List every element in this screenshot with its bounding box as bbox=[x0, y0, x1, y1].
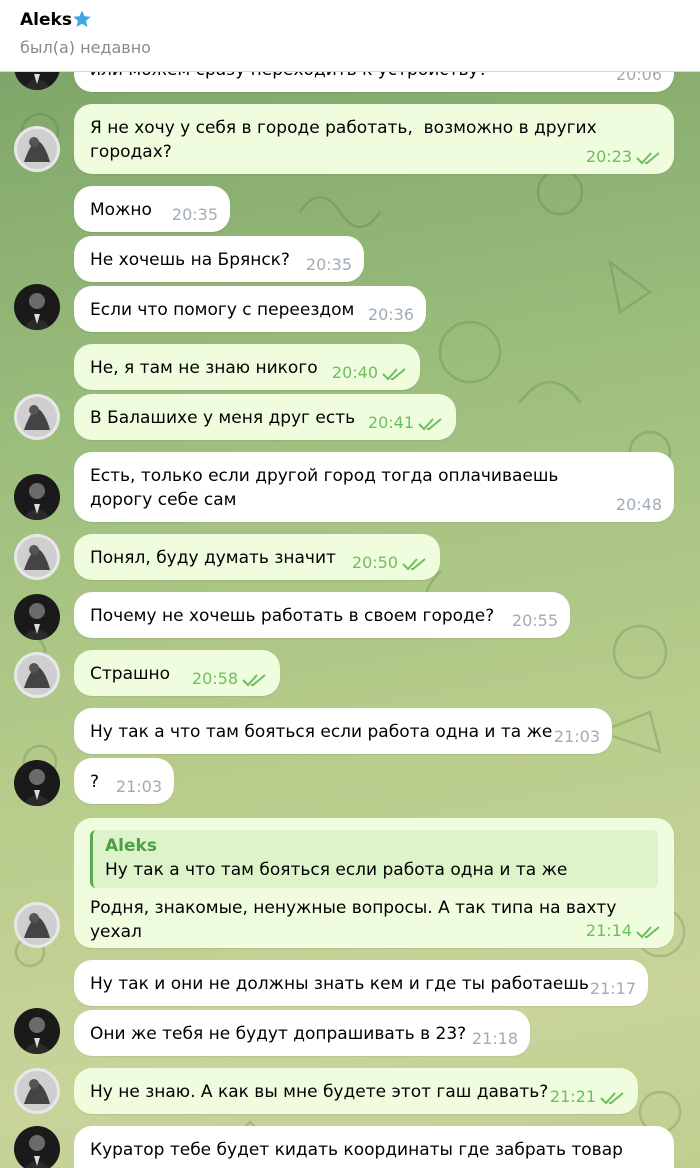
avatar[interactable] bbox=[14, 760, 60, 806]
avatar[interactable] bbox=[14, 1068, 60, 1114]
message-time: 20:55 bbox=[511, 611, 558, 630]
message-text: Я не хочу у себя в городе работать, возм… bbox=[90, 118, 603, 162]
message-text: или можем сразу переходить к устройству? bbox=[90, 72, 658, 82]
message-list[interactable]: или можем сразу переходить к устройству?… bbox=[0, 72, 700, 1168]
message-time: 21:03 bbox=[115, 777, 162, 796]
avatar[interactable] bbox=[14, 1008, 60, 1054]
chat-header: Aleks был(а) недавно bbox=[0, 0, 700, 72]
message-bubble[interactable]: Они же тебя не будут допрашивать в 23? 2… bbox=[74, 1010, 530, 1056]
avatar[interactable] bbox=[14, 126, 60, 172]
message-time: 21:14 bbox=[586, 919, 662, 943]
avatar[interactable] bbox=[14, 652, 60, 698]
read-checks-icon bbox=[600, 1091, 624, 1104]
reply-author: Aleks bbox=[105, 836, 157, 856]
message-bubble[interactable]: В Балашихе у меня друг есть 20:41 bbox=[74, 394, 456, 440]
avatar[interactable] bbox=[14, 284, 60, 330]
message-time: 20:35 bbox=[305, 255, 352, 274]
message-text: Ну так а что там бояться если работа одн… bbox=[90, 722, 553, 742]
message-bubble[interactable]: Aleks Ну так а что там бояться если рабо… bbox=[74, 818, 674, 948]
message-bubble[interactable]: Куратор тебе будет кидать координаты где… bbox=[74, 1126, 674, 1168]
message-bubble[interactable]: Страшно 20:58 bbox=[74, 650, 280, 696]
star-icon bbox=[73, 10, 91, 27]
message-bubble[interactable]: Почему не хочешь работать в своем городе… bbox=[74, 592, 570, 638]
read-checks-icon bbox=[636, 925, 660, 938]
message-bubble[interactable]: Не, я там не знаю никого 20:40 bbox=[74, 344, 420, 390]
avatar[interactable] bbox=[14, 394, 60, 440]
message-time: 20:40 bbox=[332, 361, 408, 385]
message-time: 21:21 bbox=[550, 1085, 626, 1109]
avatar[interactable] bbox=[14, 594, 60, 640]
message-bubble[interactable]: ? 21:03 bbox=[74, 758, 174, 804]
message-time: 21:17 bbox=[589, 979, 636, 998]
message-bubble[interactable]: Есть, только если другой город тогда опл… bbox=[74, 452, 674, 522]
message-time: 20:36 bbox=[367, 305, 414, 324]
message-bubble[interactable]: Я не хочу у себя в городе работать, возм… bbox=[74, 104, 674, 174]
avatar[interactable] bbox=[14, 902, 60, 948]
message-bubble[interactable]: Ну не знаю. А как вы мне будете этот гаш… bbox=[74, 1068, 638, 1114]
avatar[interactable] bbox=[14, 474, 60, 520]
read-checks-icon bbox=[242, 673, 266, 686]
avatar[interactable] bbox=[14, 1126, 60, 1168]
message-text: Родня, знакомые, ненужные вопросы. А так… bbox=[90, 898, 622, 942]
message-bubble[interactable]: Понял, буду думать значит 20:50 bbox=[74, 534, 440, 580]
message-time: 21:03 bbox=[553, 727, 600, 746]
reply-text: Ну так а что там бояться если работа одн… bbox=[105, 860, 568, 880]
read-checks-icon bbox=[402, 557, 426, 570]
reply-quote[interactable]: Aleks Ну так а что там бояться если рабо… bbox=[90, 830, 658, 888]
read-checks-icon bbox=[636, 151, 660, 164]
message-time: 20:50 bbox=[352, 551, 428, 575]
message-time: 20:06 bbox=[615, 72, 662, 84]
message-time: 20:58 bbox=[192, 667, 268, 691]
message-text: Куратор тебе будет кидать координаты где… bbox=[90, 1140, 623, 1160]
message-text: Ну так и они не должны знать кем и где т… bbox=[90, 974, 589, 994]
message-bubble[interactable]: Можно 20:35 bbox=[74, 186, 230, 232]
message-bubble[interactable]: Если что помогу с переездом 20:36 bbox=[74, 286, 426, 332]
message-text: Почему не хочешь работать в своем городе… bbox=[90, 606, 495, 626]
message-time: 21:18 bbox=[471, 1029, 518, 1048]
read-checks-icon bbox=[418, 417, 442, 430]
message-text: Если что помогу с переездом bbox=[90, 300, 355, 320]
message-time: 20:23 bbox=[586, 145, 662, 169]
message-bubble[interactable]: Не хочешь на Брянск? 20:35 bbox=[74, 236, 364, 282]
read-checks-icon bbox=[382, 367, 406, 380]
message-time: 20:35 bbox=[171, 205, 218, 224]
message-text: Они же тебя не будут допрашивать в 23? bbox=[90, 1024, 467, 1044]
contact-status: был(а) недавно bbox=[20, 38, 151, 57]
avatar[interactable] bbox=[14, 534, 60, 580]
message-bubble[interactable]: или можем сразу переходить к устройству?… bbox=[74, 72, 674, 92]
contact-name[interactable]: Aleks bbox=[20, 10, 72, 30]
message-bubble[interactable]: Ну так и они не должны знать кем и где т… bbox=[74, 960, 648, 1006]
message-time: 20:48 bbox=[615, 495, 662, 514]
message-text: Ну не знаю. А как вы мне будете этот гаш… bbox=[90, 1082, 549, 1102]
message-text: Есть, только если другой город тогда опл… bbox=[90, 466, 564, 510]
message-time: 20:41 bbox=[368, 411, 444, 435]
message-bubble[interactable]: Ну так а что там бояться если работа одн… bbox=[74, 708, 612, 754]
